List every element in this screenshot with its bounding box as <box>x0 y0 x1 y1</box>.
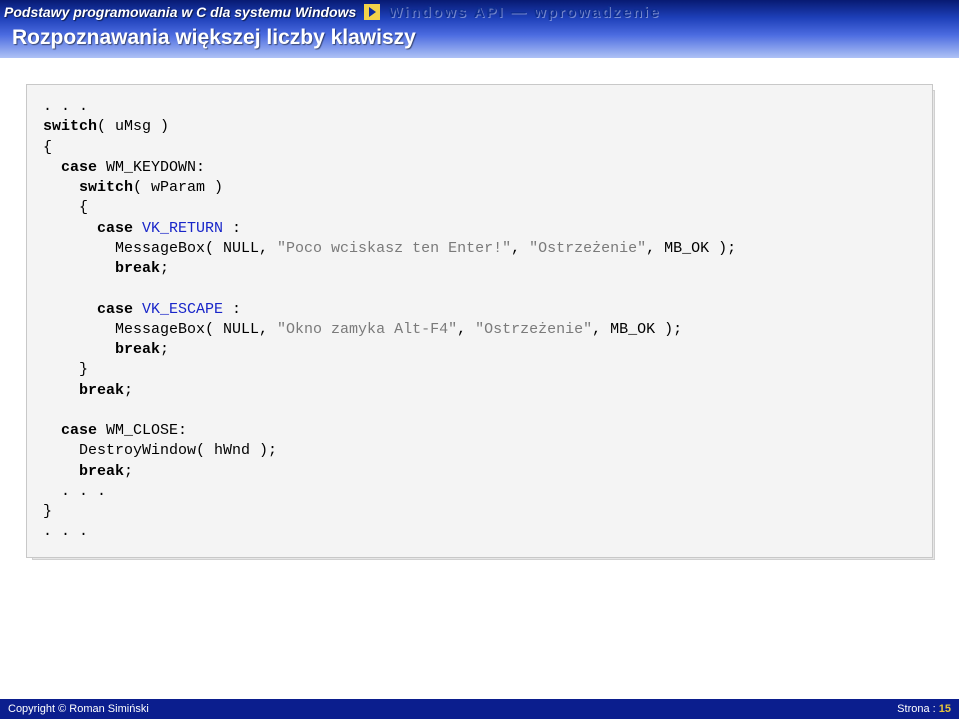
ident: VK_ESCAPE <box>133 301 232 318</box>
code-text: ; <box>160 260 169 277</box>
kw-case: case <box>43 422 97 439</box>
slide-footer: Copyright © Roman Simiński Strona : 15 <box>0 699 959 719</box>
code-text: , MB_OK ); <box>592 321 682 338</box>
breadcrumb: Podstawy programowania w C dla systemu W… <box>0 0 959 24</box>
kw-case: case <box>43 159 97 176</box>
code-text: , <box>511 240 529 257</box>
code-text: ; <box>124 382 133 399</box>
code-text: MessageBox( NULL, <box>43 321 277 338</box>
breadcrumb-right: Windows API — wprowadzenie <box>388 4 660 21</box>
breadcrumb-left: Podstawy programowania w C dla systemu W… <box>4 4 356 20</box>
code-line: { <box>43 199 88 216</box>
code-line: } <box>43 503 52 520</box>
kw-break: break <box>43 382 124 399</box>
code-line: { <box>43 139 52 156</box>
content-area: . . . switch( uMsg ) { case WM_KEYDOWN: … <box>0 58 959 568</box>
code-line: } <box>43 361 88 378</box>
code-text: : <box>232 301 241 318</box>
code-text: ( wParam ) <box>133 179 223 196</box>
code-line: . . . <box>43 98 88 115</box>
page-indicator: Strona : 15 <box>897 703 951 715</box>
kw-switch: switch <box>43 118 97 135</box>
kw-break: break <box>43 260 160 277</box>
code-line: DestroyWindow( hWnd ); <box>43 442 277 459</box>
code-text: MessageBox( NULL, <box>43 240 277 257</box>
string: "Ostrzeżenie" <box>529 240 646 257</box>
code-text: ( uMsg ) <box>97 118 169 135</box>
ident: VK_RETURN <box>133 220 232 237</box>
code-text: : <box>232 220 241 237</box>
code-text: WM_CLOSE: <box>97 422 187 439</box>
string: "Ostrzeżenie" <box>475 321 592 338</box>
code-text: ; <box>124 463 133 480</box>
kw-case: case <box>43 301 133 318</box>
page-title: Rozpoznawania większej liczby klawiszy <box>0 24 959 50</box>
code-line: . . . <box>43 483 106 500</box>
code-text: WM_KEYDOWN: <box>97 159 205 176</box>
string: "Poco wciskasz ten Enter!" <box>277 240 511 257</box>
slide-header: Podstawy programowania w C dla systemu W… <box>0 0 959 58</box>
chevron-right-icon <box>364 4 380 20</box>
code-block: . . . switch( uMsg ) { case WM_KEYDOWN: … <box>26 84 933 558</box>
page-label: Strona : <box>897 703 939 715</box>
kw-break: break <box>43 341 160 358</box>
code-listing: . . . switch( uMsg ) { case WM_KEYDOWN: … <box>26 84 933 558</box>
code-text: , <box>457 321 475 338</box>
kw-switch: switch <box>43 179 133 196</box>
string: "Okno zamyka Alt-F4" <box>277 321 457 338</box>
kw-case: case <box>43 220 133 237</box>
kw-break: break <box>43 463 124 480</box>
code-text: , MB_OK ); <box>646 240 736 257</box>
copyright: Copyright © Roman Simiński <box>8 703 149 715</box>
code-line: . . . <box>43 523 88 540</box>
page-number: 15 <box>939 703 951 715</box>
code-text: ; <box>160 341 169 358</box>
